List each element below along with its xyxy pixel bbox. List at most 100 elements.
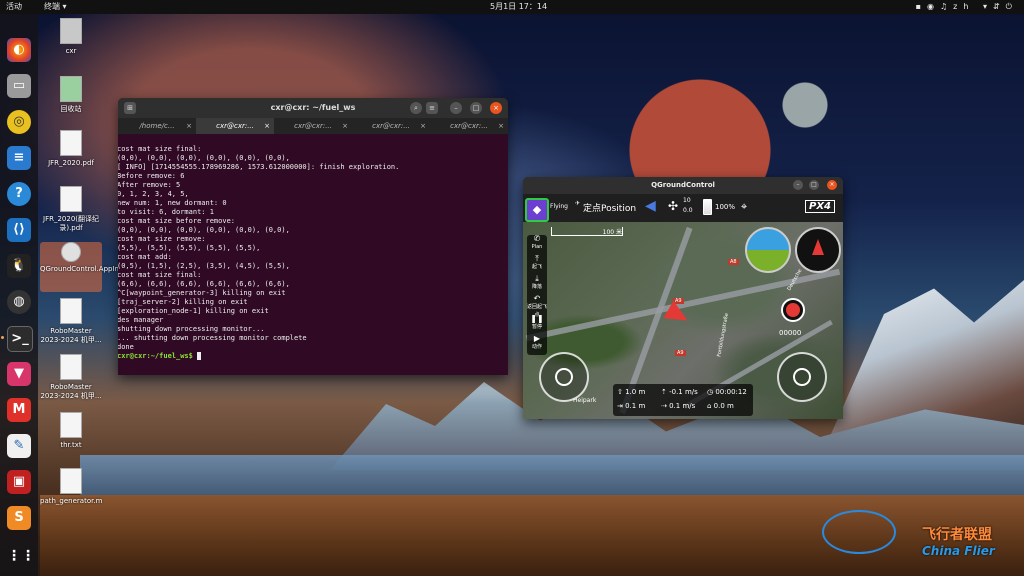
qgc-toolstrip: ✆ Plan ⤒ 起飞 ⤓ 降落 ↶ 返回起飞点 ❚❚ 暂停 ▶ 动作 <box>527 235 547 355</box>
pdf-file-icon <box>60 298 82 324</box>
appimage-icon <box>61 242 81 262</box>
tab-close-icon[interactable]: × <box>264 118 270 134</box>
activities-button[interactable]: 活动 <box>6 0 22 14</box>
record-timer: 00000 <box>779 329 802 337</box>
camera-icon[interactable]: ▪ <box>916 2 927 11</box>
desktop-icon-matlab[interactable]: path_generator.m <box>40 468 102 506</box>
watermark-title: 飞行者联盟 <box>922 527 992 543</box>
tab-close-icon[interactable]: × <box>498 118 504 134</box>
qq-icon[interactable]: 🐧 <box>7 254 31 278</box>
terminal-titlebar[interactable]: ⊞ cxr@cxr: ~/fuel_ws ⌕ ≡ – □ × <box>118 98 508 118</box>
telemetry-panel[interactable]: ⇧ 1.0 m ⇡ -0.1 m/s ◷ 00:00:12 ⇥ 0.1 m ⇢ … <box>613 384 753 416</box>
rc-count-bottom: 0.0 <box>683 207 693 214</box>
tab-0[interactable]: /home/c... × <box>118 118 196 134</box>
qgc-titlebar[interactable]: QGroundControl – □ × <box>523 177 843 194</box>
remmina-icon[interactable]: ▼ <box>7 362 31 386</box>
qgc-logo-icon[interactable]: ◆ <box>525 198 549 222</box>
terminal-icon[interactable]: >_ <box>7 326 33 352</box>
dock: ◐ ▭ ◎ ≡ ? ⟨⟩ 🐧 ◍ >_ ▼ M ✎ ▣ S ⋮⋮ <box>0 14 38 576</box>
flight-mode[interactable]: 定点Position <box>583 201 636 214</box>
pause-icon: ❚❚ <box>530 314 544 323</box>
watermark-subtitle: China Flier <box>922 544 995 558</box>
tab-1[interactable]: cxr@cxr:... × <box>196 118 274 134</box>
compass-indicator <box>795 227 841 273</box>
left-joystick[interactable] <box>539 352 589 402</box>
desktop-icon-home[interactable]: cxr <box>40 18 102 56</box>
rtl-button[interactable]: ↶ 返回起飞点 <box>527 295 547 319</box>
tab-close-icon[interactable]: × <box>420 118 426 134</box>
obs-icon[interactable]: ◍ <box>7 290 31 314</box>
vscode-icon[interactable]: ⟨⟩ <box>7 218 31 242</box>
flight-time: ◷ 00:00:12 <box>707 388 747 396</box>
power-icon[interactable]: ⏻ <box>1006 2 1018 11</box>
right-joystick[interactable] <box>777 352 827 402</box>
terminal-window[interactable]: ⊞ cxr@cxr: ~/fuel_ws ⌕ ≡ – □ × /home/c..… <box>118 98 508 375</box>
flight-status[interactable]: Flying <box>550 203 568 210</box>
search-icon[interactable]: ⌕ <box>410 102 422 114</box>
menu-icon[interactable]: ≡ <box>426 102 438 114</box>
desktop-icon-trash[interactable]: 回收站 <box>40 76 102 114</box>
new-tab-icon[interactable]: ⊞ <box>124 102 136 114</box>
desktop-icon-pdf-translated[interactable]: JFR_2020(翻译纪录).pdf <box>40 186 102 233</box>
network-icon[interactable]: ⇵ <box>993 2 1006 11</box>
record-button[interactable] <box>781 298 805 322</box>
map-label: A8 <box>728 259 739 265</box>
desktop-icon-txt[interactable]: thr.txt <box>40 412 102 450</box>
app-m-icon[interactable]: M <box>7 398 31 422</box>
pdf-file-icon <box>60 130 82 156</box>
system-tray[interactable]: ▪◉♫zh ▾⇵⏻ <box>916 0 1018 14</box>
qgroundcontrol-window[interactable]: QGroundControl – □ × ◆ Flying ✈ 定点Positi… <box>523 177 843 419</box>
maximize-button[interactable]: □ <box>470 102 482 114</box>
land-icon: ⤓ <box>535 274 539 283</box>
tab-2[interactable]: cxr@cxr:... × <box>274 118 352 134</box>
screenshot-icon[interactable]: ▣ <box>7 470 31 494</box>
close-button[interactable]: × <box>490 102 502 114</box>
desktop-icon-pdf[interactable]: JFR_2020.pdf <box>40 130 102 168</box>
minimize-button[interactable]: – <box>793 180 803 190</box>
action-button[interactable]: ▶ 动作 <box>527 335 547 355</box>
plan-button[interactable]: ✆ Plan <box>527 235 547 255</box>
terminal-output[interactable]: cost mat size final: (0,0), (0,0), (0,0),… <box>118 134 508 375</box>
app-menu[interactable]: 终端 ▾ <box>44 0 67 14</box>
clock[interactable]: 5月1日 17：14 <box>490 0 547 14</box>
tab-close-icon[interactable]: × <box>342 118 348 134</box>
show-apps-icon[interactable]: ⋮⋮ <box>7 544 35 568</box>
gps-icon[interactable]: ⌖ <box>741 200 747 214</box>
text-file-icon <box>60 412 82 438</box>
desktop-icon-qgc-appimage[interactable]: QGroundControl.AppImage <box>40 242 134 292</box>
tab-close-icon[interactable]: × <box>186 118 192 134</box>
takeoff-button[interactable]: ⤒ 起飞 <box>527 255 547 275</box>
distance-home: ⌂ 0.0 m <box>707 402 734 410</box>
home-folder-icon <box>60 18 82 44</box>
document-icon[interactable]: ≡ <box>7 146 31 170</box>
flight-mode-icon: ✈ <box>575 200 581 207</box>
megaphone-icon[interactable]: ◀ <box>645 198 656 214</box>
px4-logo: PX4 <box>805 200 835 213</box>
desktop-icon-robomaster-2[interactable]: RoboMaster 2023-2024 机甲... <box>40 354 102 401</box>
rc-icon[interactable]: ✣ <box>668 199 678 213</box>
battery-level: 100% <box>715 203 736 211</box>
sublime-icon[interactable]: S <box>7 506 31 530</box>
land-button[interactable]: ⤓ 降落 <box>527 275 547 295</box>
pause-button[interactable]: ❚❚ 暂停 <box>527 315 547 335</box>
attitude-indicator <box>745 227 791 273</box>
sync-icon[interactable]: ◉ <box>927 2 940 11</box>
close-button[interactable]: × <box>827 180 837 190</box>
desktop-icon-robomaster-1[interactable]: RoboMaster 2023-2024 机甲... <box>40 298 102 345</box>
watermark-logo <box>822 510 896 554</box>
volume-icon[interactable]: ♫ <box>940 2 953 11</box>
text-editor-icon[interactable]: ✎ <box>7 434 31 458</box>
lang-indicator[interactable]: zh ▾ <box>953 2 993 11</box>
terminal-tabs: /home/c... × cxr@cxr:... × cxr@cxr:... × cx… <box>118 118 508 134</box>
firefox-icon[interactable]: ◐ <box>7 38 31 62</box>
rhythmbox-icon[interactable]: ◎ <box>7 110 31 134</box>
files-icon[interactable]: ▭ <box>7 74 31 98</box>
tab-4[interactable]: cxr@cxr:... × <box>430 118 508 134</box>
vertical-speed: ⇡ -0.1 m/s <box>661 388 698 396</box>
tab-3[interactable]: cxr@cxr:... × <box>352 118 430 134</box>
help-icon[interactable]: ? <box>7 182 31 206</box>
maximize-button[interactable]: □ <box>809 180 819 190</box>
battery-icon[interactable] <box>703 199 712 215</box>
pdf-file-icon <box>60 354 82 380</box>
minimize-button[interactable]: – <box>450 102 462 114</box>
